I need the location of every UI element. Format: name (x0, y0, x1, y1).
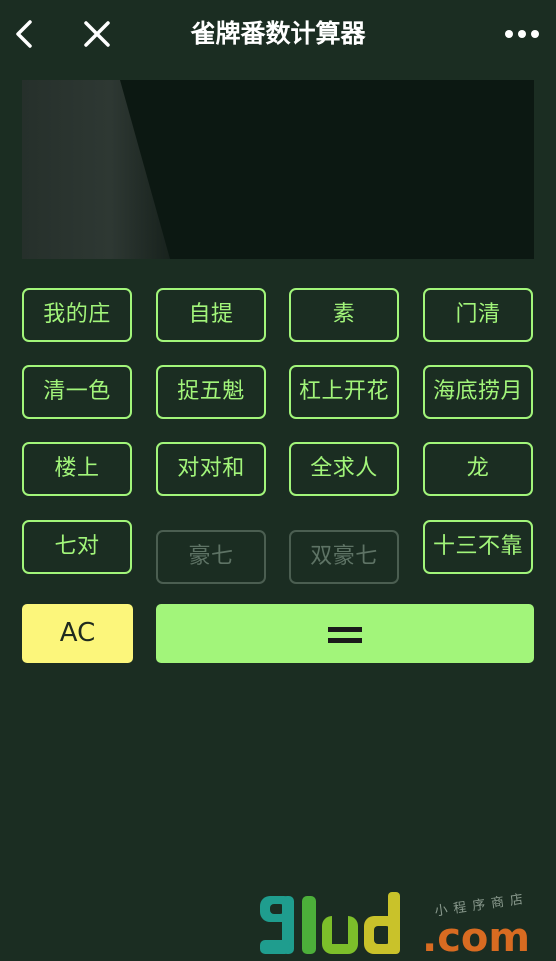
key-self-draw[interactable]: 自提 (156, 288, 266, 342)
key-full-flush[interactable]: 清一色 (22, 365, 132, 419)
result-display (22, 80, 534, 259)
close-icon (84, 21, 110, 47)
key-luxury-seven: 豪七 (156, 530, 266, 584)
close-button[interactable] (80, 16, 114, 52)
page-title: 雀牌番数计算器 (190, 19, 366, 48)
key-my-dealer[interactable]: 我的庄 (22, 288, 132, 342)
equals-button[interactable] (156, 604, 534, 663)
nav-bar: 雀牌番数计算器 (0, 0, 556, 70)
key-plain[interactable]: 素 (289, 288, 399, 342)
key-seven-pairs[interactable]: 七对 (22, 520, 132, 574)
key-kong-bloom[interactable]: 杠上开花 (289, 365, 399, 419)
watermark-logo (260, 892, 400, 954)
key-upstairs[interactable]: 楼上 (22, 442, 132, 496)
more-button[interactable] (502, 20, 542, 50)
chevron-left-icon (16, 20, 32, 48)
back-button[interactable] (10, 14, 40, 54)
key-double-luxury-seven: 双豪七 (289, 530, 399, 584)
key-last-tile[interactable]: 海底捞月 (423, 365, 533, 419)
key-all-pungs[interactable]: 对对和 (156, 442, 266, 496)
watermark: 小程序商店 .com (258, 888, 548, 961)
clear-button[interactable]: AC (22, 604, 133, 663)
key-all-melded[interactable]: 全求人 (289, 442, 399, 496)
key-thirteen-unrelated[interactable]: 十三不靠 (423, 520, 533, 574)
key-catch-five[interactable]: 捉五魁 (156, 365, 266, 419)
key-concealed-hand[interactable]: 门清 (423, 288, 533, 342)
screen-glare (22, 80, 170, 259)
key-dragon[interactable]: 龙 (423, 442, 533, 496)
watermark-domain: .com (422, 915, 531, 961)
more-dots-icon (505, 30, 539, 38)
